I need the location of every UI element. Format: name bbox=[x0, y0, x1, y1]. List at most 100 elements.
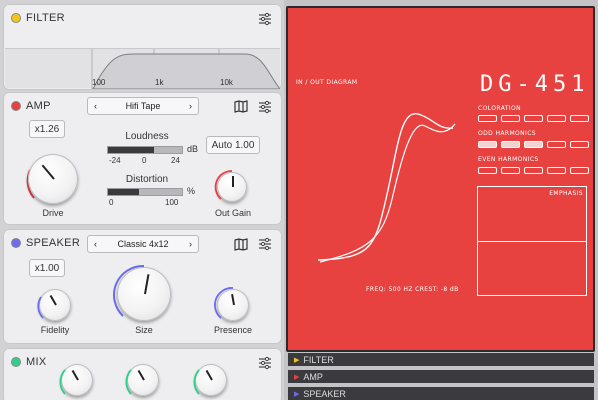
odd-led-4 bbox=[547, 141, 566, 148]
tab-filter-triangle-icon: ▶ bbox=[294, 356, 300, 364]
coloration-led-1 bbox=[478, 115, 497, 122]
amp-model-label: Hifi Tape bbox=[125, 101, 161, 111]
presence-label: Presence bbox=[213, 325, 253, 335]
loudness-min: -24 bbox=[109, 156, 121, 165]
coloration-led-4 bbox=[547, 115, 566, 122]
speaker-model-label: Classic 4x12 bbox=[117, 239, 169, 249]
tab-speaker-triangle-icon: ▶ bbox=[294, 390, 300, 398]
mix-toggle-dot[interactable] bbox=[11, 357, 21, 367]
tab-filter[interactable]: ▶ FILTER bbox=[288, 353, 594, 366]
drive-knob[interactable] bbox=[28, 154, 78, 204]
auto-gain-button[interactable]: Auto 1.00 bbox=[206, 136, 260, 154]
even-led-1 bbox=[478, 167, 497, 174]
drive-knob-pointer bbox=[41, 164, 55, 180]
fidelity-knob-arc bbox=[35, 285, 75, 330]
display-screen: IN / OUT DIAGRAM FREQ: 500 HZ CREST: -8 … bbox=[286, 6, 595, 352]
loudness-unit: dB bbox=[187, 144, 199, 154]
out-gain-label: Out Gain bbox=[214, 208, 252, 218]
drive-label: Drive bbox=[42, 208, 64, 218]
loudness-max: 24 bbox=[171, 156, 180, 165]
freq-crest-readout: FREQ: 500 HZ CREST: -8 dB bbox=[366, 286, 459, 293]
distortion-min: 0 bbox=[109, 198, 114, 207]
mix-panel: MIX bbox=[3, 348, 282, 400]
amp-settings-icon[interactable] bbox=[258, 100, 272, 114]
size-knob[interactable] bbox=[117, 267, 171, 321]
even-led-3 bbox=[524, 167, 543, 174]
size-label: Size bbox=[135, 325, 153, 335]
even-harmonics-label: EVEN HARMONICS bbox=[478, 156, 539, 163]
out-gain-knob-arc bbox=[213, 168, 251, 211]
odd-led-3 bbox=[524, 141, 543, 148]
mix-title: MIX bbox=[26, 356, 47, 368]
distortion-max: 100 bbox=[165, 198, 179, 207]
speaker-prev-icon[interactable]: ‹ bbox=[94, 239, 97, 249]
speaker-toggle-dot[interactable] bbox=[11, 238, 21, 248]
emphasis-curve bbox=[478, 241, 586, 242]
coloration-led-2 bbox=[501, 115, 520, 122]
distortion-unit: % bbox=[187, 186, 196, 196]
amp-map-icon[interactable] bbox=[234, 100, 248, 118]
loudness-mid: 0 bbox=[142, 156, 147, 165]
size-knob-pointer bbox=[144, 274, 150, 295]
amp-title: AMP bbox=[26, 100, 51, 112]
brand-logo: DG-451 bbox=[480, 72, 590, 97]
filter-title: FILTER bbox=[26, 12, 65, 24]
even-led-2 bbox=[501, 167, 520, 174]
plugin-window: FILTER 100 1k 10k AMP x1.26 ‹ Hifi Tape … bbox=[0, 0, 598, 400]
amp-toggle-dot[interactable] bbox=[11, 101, 21, 111]
filter-curve-display[interactable] bbox=[5, 48, 282, 90]
mix-header: MIX bbox=[11, 356, 46, 368]
speaker-title: SPEAKER bbox=[26, 237, 81, 249]
filter-tick-10k: 10k bbox=[220, 78, 233, 87]
odd-led-2 bbox=[501, 141, 520, 148]
coloration-led-5 bbox=[570, 115, 589, 122]
amp-multiplier[interactable]: x1.26 bbox=[29, 120, 65, 138]
mix-knob-arcs bbox=[57, 360, 233, 400]
tab-filter-label: FILTER bbox=[303, 354, 334, 365]
amp-model-select[interactable]: ‹ Hifi Tape › bbox=[87, 97, 199, 115]
filter-settings-icon[interactable] bbox=[258, 12, 272, 26]
tab-speaker[interactable]: ▶ SPEAKER bbox=[288, 387, 594, 400]
odd-led-1 bbox=[478, 141, 497, 148]
fidelity-label: Fidelity bbox=[40, 325, 70, 335]
filter-header: FILTER bbox=[11, 12, 65, 24]
amp-panel: AMP x1.26 ‹ Hifi Tape › Loudness dB -24 … bbox=[3, 92, 282, 225]
amp-header: AMP bbox=[11, 100, 51, 112]
loudness-meter-fill bbox=[108, 147, 154, 153]
speaker-model-select[interactable]: ‹ Classic 4x12 › bbox=[87, 235, 199, 253]
emphasis-box[interactable]: EMPHASIS bbox=[477, 186, 587, 296]
loudness-label: Loudness bbox=[125, 131, 169, 142]
amp-next-icon[interactable]: › bbox=[189, 101, 192, 111]
amp-prev-icon[interactable]: ‹ bbox=[94, 101, 97, 111]
speaker-multiplier[interactable]: x1.00 bbox=[29, 259, 65, 277]
filter-panel: FILTER 100 1k 10k bbox=[3, 4, 282, 90]
tab-amp[interactable]: ▶ AMP bbox=[288, 370, 594, 383]
speaker-header: SPEAKER bbox=[11, 237, 80, 249]
left-column: FILTER 100 1k 10k AMP x1.26 ‹ Hifi Tape … bbox=[0, 0, 284, 400]
mix-settings-icon[interactable] bbox=[258, 356, 272, 370]
filter-tick-100: 100 bbox=[92, 78, 106, 87]
coloration-led-3 bbox=[524, 115, 543, 122]
tab-speaker-label: SPEAKER bbox=[303, 388, 346, 399]
loudness-meter bbox=[107, 146, 183, 154]
speaker-panel: SPEAKER x1.00 ‹ Classic 4x12 › Fidelity bbox=[3, 229, 282, 344]
filter-toggle-dot[interactable] bbox=[11, 13, 21, 23]
speaker-next-icon[interactable]: › bbox=[189, 239, 192, 249]
tab-amp-label: AMP bbox=[303, 371, 323, 382]
speaker-map-icon[interactable] bbox=[234, 238, 248, 256]
distortion-label: Distortion bbox=[125, 174, 169, 185]
coloration-label: COLORATION bbox=[478, 105, 521, 112]
filter-tick-1k: 1k bbox=[155, 78, 164, 87]
even-led-5 bbox=[570, 167, 589, 174]
io-diagram[interactable] bbox=[313, 100, 463, 270]
odd-led-5 bbox=[570, 141, 589, 148]
emphasis-label: EMPHASIS bbox=[549, 190, 583, 197]
io-diagram-label: IN / OUT DIAGRAM bbox=[296, 79, 358, 86]
tab-amp-triangle-icon: ▶ bbox=[294, 373, 300, 381]
distortion-meter-fill bbox=[108, 189, 140, 195]
presence-knob-arc bbox=[213, 285, 253, 330]
speaker-settings-icon[interactable] bbox=[258, 237, 272, 251]
odd-harmonics-label: ODD HARMONICS bbox=[478, 130, 537, 137]
even-led-4 bbox=[547, 167, 566, 174]
distortion-meter bbox=[107, 188, 183, 196]
